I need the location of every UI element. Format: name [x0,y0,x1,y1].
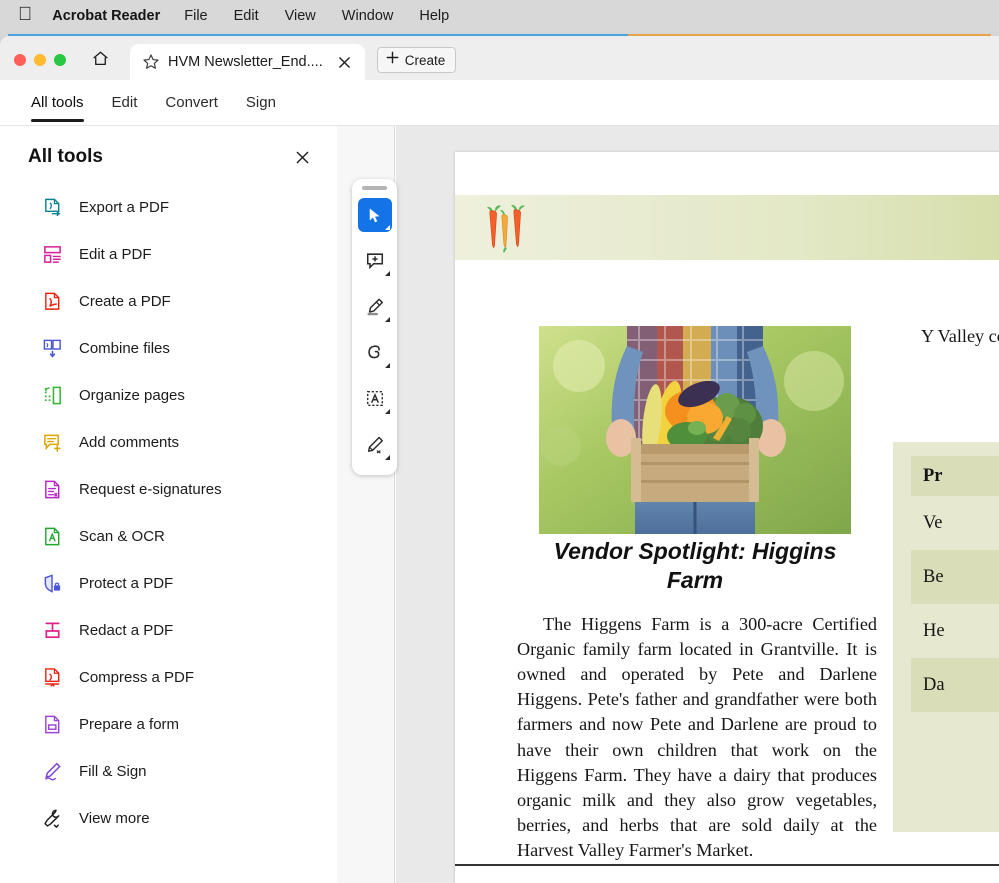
freehand-draw-icon[interactable] [358,336,392,370]
price-row: He [923,620,945,641]
sidebar-item-request-esignatures[interactable]: Request e-signatures [0,466,337,513]
price-row-header: Pr [911,456,999,496]
request-esign-icon [42,479,63,500]
select-cursor-icon[interactable] [357,198,392,232]
newsletter-banner: Harvest [455,195,999,260]
highlighter-icon[interactable] [358,290,392,324]
acrobat-reader-window: HVM Newsletter_End.... Create All tools … [0,36,999,883]
macos-menu-bar:  Acrobat Reader File Edit View Window H… [0,0,999,31]
sidebar-item-fill-sign[interactable]: Fill & Sign [0,748,337,795]
fill-sign-icon [42,761,63,782]
price-list-box: Pr Ve Be He Da [893,442,999,832]
menu-edit[interactable]: Edit [234,8,259,24]
all-tools-sidebar: All tools Export a PDF Edit a PDF Create… [0,126,337,883]
article-heading: Vendor Spotlight: Higgins Farm [553,538,837,594]
window-minimize-button[interactable] [34,54,46,66]
star-icon[interactable] [142,53,160,71]
sidebar-item-label: Compress a PDF [79,669,195,686]
sidebar-item-label: Combine files [79,340,170,357]
sidebar-item-scan-ocr[interactable]: Scan & OCR [0,513,337,560]
scan-ocr-icon [42,526,63,547]
sidebar-item-organize-pages[interactable]: Organize pages [0,372,337,419]
plus-icon [384,49,401,71]
menu-file[interactable]: File [184,8,207,24]
sidebar-item-edit-pdf[interactable]: Edit a PDF [0,231,337,278]
price-row: Be [911,550,999,604]
close-icon[interactable] [291,146,313,168]
sidebar-item-redact-pdf[interactable]: Redact a PDF [0,607,337,654]
close-icon[interactable] [335,52,355,72]
sidebar-item-label: Redact a PDF [79,622,174,639]
tab-convert[interactable]: Convert [151,80,232,126]
drag-handle[interactable] [362,186,387,190]
sidebar-item-label: Organize pages [79,387,185,404]
document-tab[interactable]: HVM Newsletter_End.... [130,44,365,80]
sidebar-item-label: Edit a PDF [79,246,152,263]
view-more-wrench-icon [42,808,63,829]
sidebar-title: All tools [28,146,103,167]
sidebar-item-label: Export a PDF [79,199,170,216]
vendor-photo [539,326,851,534]
create-pdf-icon [42,291,63,312]
compress-pdf-icon [42,667,63,688]
tab-title: HVM Newsletter_End.... [168,54,323,70]
sidebar-item-label: Create a PDF [79,293,171,310]
sidebar-item-label: Fill & Sign [79,763,147,780]
export-pdf-icon [42,197,63,218]
tool-list: Export a PDF Edit a PDF Create a PDF Com… [0,184,337,842]
right-column-body: Y Valley conta petea [895,324,999,349]
window-close-button[interactable] [14,54,26,66]
text-select-box-icon[interactable] [358,382,392,416]
combine-files-icon [42,338,63,359]
tab-edit[interactable]: Edit [98,80,152,126]
tool-tabs-bar: All tools Edit Convert Sign [0,80,999,126]
organize-pages-icon [42,385,63,406]
add-comment-icon[interactable] [358,244,392,278]
tab-strip: HVM Newsletter_End.... Create [0,36,999,80]
sidebar-item-view-more[interactable]: View more [0,795,337,842]
carrots-icon [483,201,541,260]
annotation-toolbar [352,179,397,475]
sidebar-item-add-comments[interactable]: Add comments [0,419,337,466]
price-row: Da [911,658,999,712]
redact-pdf-icon [42,620,63,641]
sidebar-item-label: View more [79,810,150,827]
window-traffic-lights [0,54,66,80]
create-button-label: Create [404,52,446,68]
sidebar-item-label: Request e-signatures [79,481,222,498]
create-button[interactable]: Create [376,47,457,73]
sidebar-item-export-pdf[interactable]: Export a PDF [0,184,337,231]
sidebar-item-label: Add comments [79,434,180,451]
tab-sign[interactable]: Sign [232,80,290,126]
sidebar-item-create-pdf[interactable]: Create a PDF [0,278,337,325]
menubar-app-name[interactable]: Acrobat Reader [52,8,160,24]
sidebar-item-label: Scan & OCR [79,528,165,545]
sidebar-item-label: Protect a PDF [79,575,174,592]
signature-pen-icon[interactable] [358,428,392,462]
prepare-form-icon [42,714,63,735]
protect-pdf-icon [42,573,63,594]
pdf-document-viewport[interactable]: Harvest [396,126,999,883]
add-comments-icon [42,432,63,453]
sidebar-item-prepare-form[interactable]: Prepare a form [0,701,337,748]
menu-view[interactable]: View [285,8,316,24]
sidebar-item-combine-files[interactable]: Combine files [0,325,337,372]
pdf-page: Harvest [455,152,999,883]
edit-pdf-icon [42,244,63,265]
menu-help[interactable]: Help [419,8,449,24]
menu-window[interactable]: Window [342,8,394,24]
apple-logo-icon[interactable]:  [18,5,32,24]
sidebar-header: All tools [0,126,337,168]
sidebar-item-protect-pdf[interactable]: Protect a PDF [0,560,337,607]
price-row: Ve [923,512,943,533]
article-body: The Higgens Farm is a 300-acre Certified… [517,614,877,860]
tab-all-tools[interactable]: All tools [17,80,98,126]
sidebar-item-label: Prepare a form [79,716,180,733]
sidebar-item-compress-pdf[interactable]: Compress a PDF [0,654,337,701]
section-divider [455,864,999,866]
window-maximize-button[interactable] [54,54,66,66]
home-icon[interactable] [86,46,114,70]
right-column-text: Y Valley conta [921,326,999,346]
